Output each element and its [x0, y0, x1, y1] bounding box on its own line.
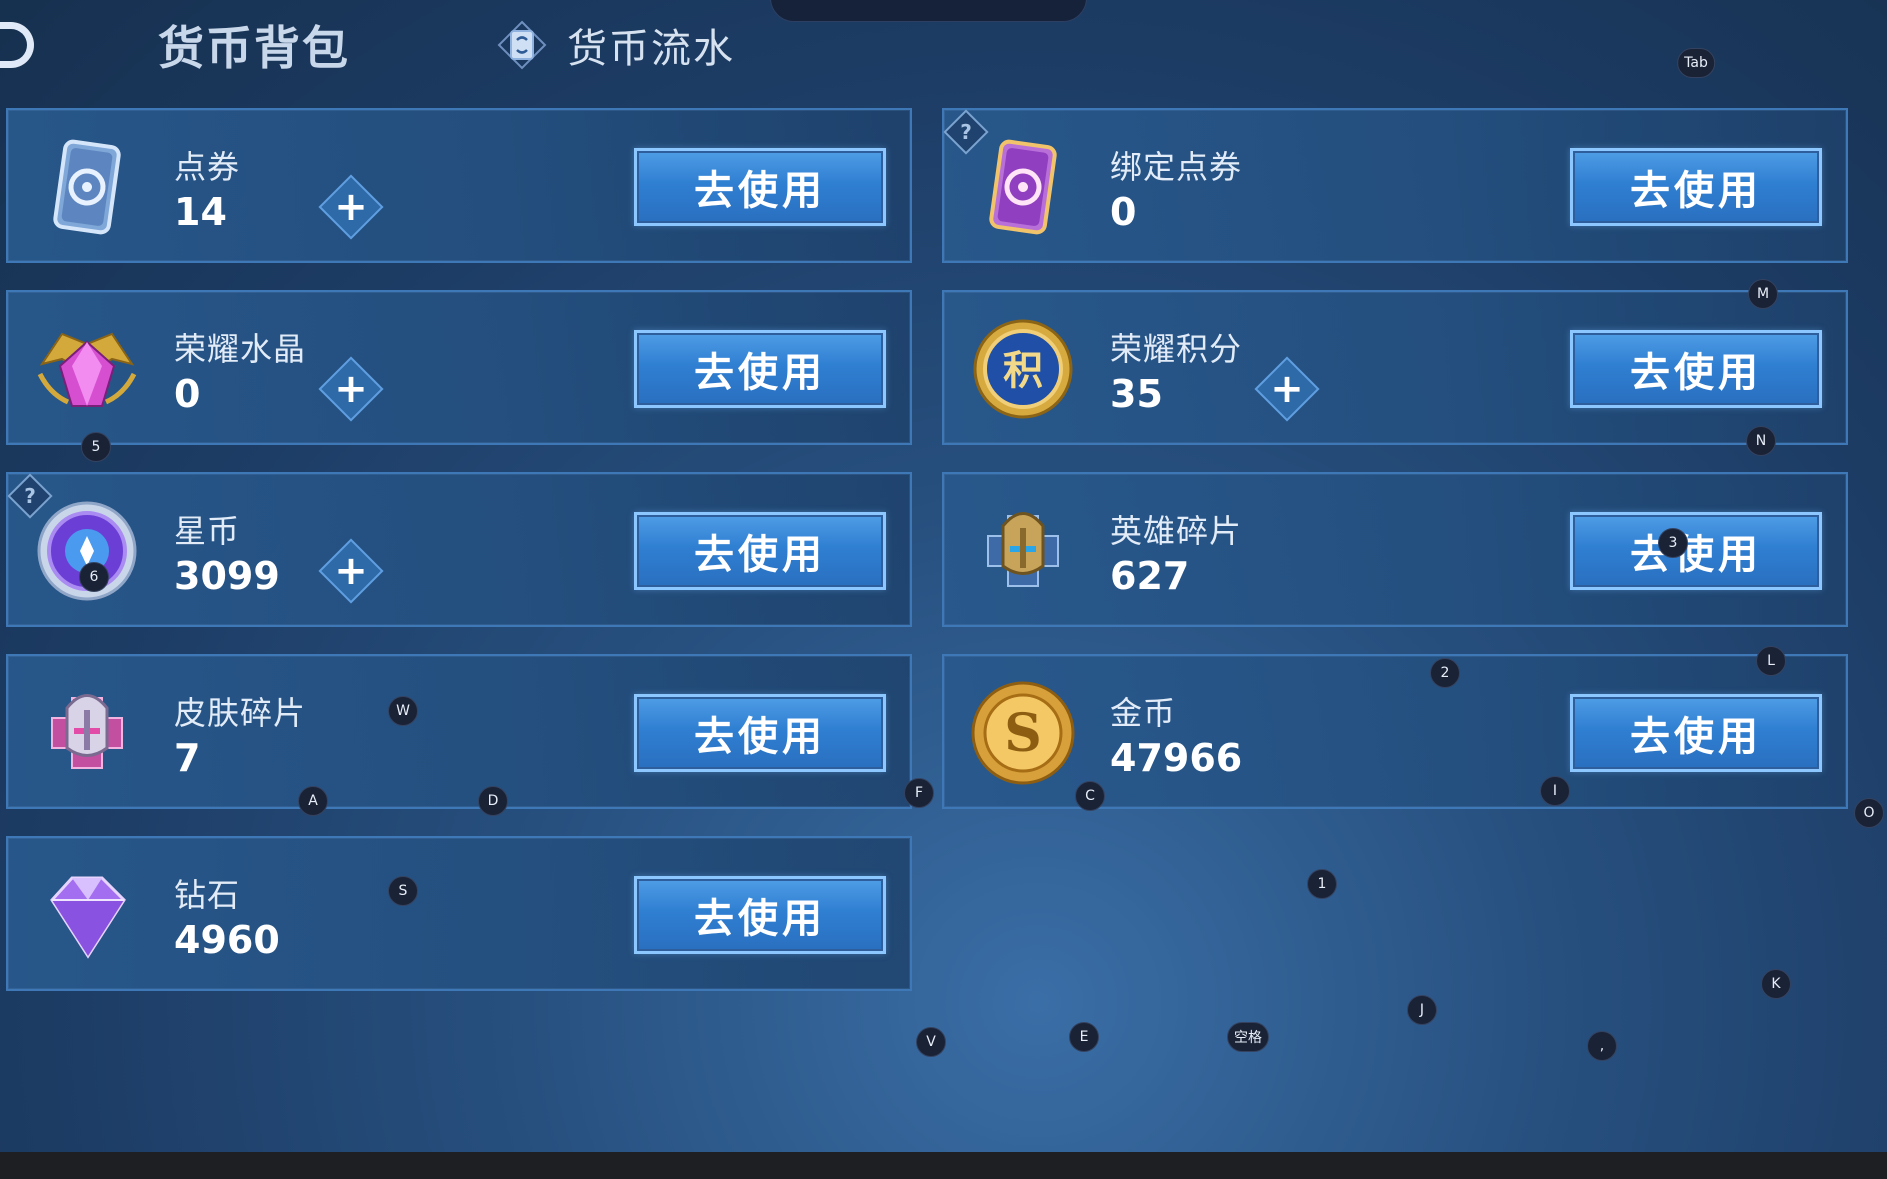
coupon-purple-icon: [968, 132, 1078, 242]
hero-fragment-icon: [968, 496, 1078, 606]
key-hint-badge: I: [1540, 776, 1570, 806]
top-status-pill: [770, 0, 1087, 22]
currency-value: 35: [1110, 372, 1163, 416]
currency-value: 0: [1110, 190, 1137, 234]
plus-icon: +: [334, 366, 368, 412]
use-button[interactable]: 去使用: [1570, 512, 1822, 590]
add-glory-crystal-button[interactable]: +: [318, 356, 384, 422]
currency-name: 绑定点券: [1110, 148, 1243, 186]
key-hint-badge: 3: [1658, 528, 1688, 558]
currency-value: 627: [1110, 554, 1190, 598]
use-button[interactable]: 去使用: [634, 876, 886, 954]
add-glory-points-button[interactable]: +: [1254, 356, 1320, 422]
currency-name: 星币: [174, 512, 241, 550]
currency-value: 3099: [174, 554, 280, 598]
skin-fragment-icon: [32, 678, 142, 788]
key-hint-badge: L: [1756, 646, 1786, 676]
currency-card-glory-points: 积 荣耀积分 35 + 去使用: [942, 290, 1848, 445]
currency-value: 7: [174, 736, 201, 780]
key-hint-badge: Tab: [1677, 48, 1715, 78]
currency-card-coupon: 点券 14 + 去使用: [6, 108, 912, 263]
use-button[interactable]: 去使用: [1570, 330, 1822, 408]
use-button[interactable]: 去使用: [634, 148, 886, 226]
svg-text:S: S: [1004, 703, 1042, 764]
key-hint-badge: V: [916, 1027, 946, 1057]
key-hint-badge: N: [1746, 426, 1776, 456]
currency-card-star-coin: ? 星币 3099 + 去使用: [6, 472, 912, 627]
key-hint-badge: S: [388, 876, 418, 906]
back-button[interactable]: [0, 22, 34, 68]
add-star-coin-button[interactable]: +: [318, 538, 384, 604]
use-button[interactable]: 去使用: [1570, 148, 1822, 226]
use-button[interactable]: 去使用: [634, 330, 886, 408]
currency-flow-label: 货币流水: [567, 26, 735, 72]
currency-card-hero-fragment: 英雄碎片 627 去使用: [942, 472, 1848, 627]
currency-name: 钻石: [174, 876, 241, 914]
key-hint-badge: J: [1407, 995, 1437, 1025]
currency-flow-icon: [497, 20, 547, 70]
currency-value: 14: [174, 190, 227, 234]
key-hint-badge: C: [1075, 781, 1105, 811]
plus-icon: +: [1270, 366, 1304, 412]
use-button[interactable]: 去使用: [634, 512, 886, 590]
currency-name: 荣耀水晶: [174, 330, 307, 368]
add-coupon-button[interactable]: +: [318, 174, 384, 240]
use-button[interactable]: 去使用: [634, 694, 886, 772]
currency-card-skin-fragment: 皮肤碎片 7 去使用: [6, 654, 912, 809]
currency-card-diamond: 钻石 4960 去使用: [6, 836, 912, 991]
key-hint-badge: E: [1069, 1022, 1099, 1052]
currency-value: 0: [174, 372, 201, 416]
glory-crystal-icon: [32, 314, 142, 424]
coupon-blue-icon: [32, 132, 142, 242]
key-hint-badge: F: [904, 778, 934, 808]
key-hint-badge: 5: [81, 432, 111, 462]
tab-currency-flow[interactable]: 货币流水: [497, 16, 735, 74]
plus-icon: +: [334, 548, 368, 594]
key-hint-badge: A: [298, 786, 328, 816]
key-hint-badge: D: [478, 786, 508, 816]
key-hint-badge: 6: [79, 562, 109, 592]
use-button[interactable]: 去使用: [1570, 694, 1822, 772]
currency-value: 47966: [1110, 736, 1243, 780]
currency-name: 英雄碎片: [1110, 512, 1243, 550]
glory-points-icon: 积: [968, 314, 1078, 424]
gold-coin-icon: S: [968, 678, 1078, 788]
currency-card-glory-crystal: 荣耀水晶 0 + 去使用: [6, 290, 912, 445]
key-hint-badge: 1: [1307, 869, 1337, 899]
svg-text:积: 积: [1003, 348, 1043, 394]
currency-name: 点券: [174, 148, 241, 186]
currency-name: 皮肤碎片: [174, 694, 307, 732]
key-hint-badge: M: [1748, 279, 1778, 309]
bottom-strip: [0, 1152, 1887, 1179]
key-hint-badge: W: [388, 696, 418, 726]
key-hint-badge: 2: [1430, 658, 1460, 688]
currency-value: 4960: [174, 918, 280, 962]
tab-currency-backpack[interactable]: 货币背包: [158, 12, 350, 78]
currency-name: 荣耀积分: [1110, 330, 1243, 368]
key-hint-badge: ,: [1587, 1031, 1617, 1061]
diamond-icon: [32, 860, 142, 970]
plus-icon: +: [334, 184, 368, 230]
currency-card-bound-coupon: ? 绑定点券 0 去使用: [942, 108, 1848, 263]
key-hint-badge: 空格: [1227, 1022, 1269, 1052]
currency-name: 金币: [1110, 694, 1177, 732]
key-hint-badge: K: [1761, 969, 1791, 999]
key-hint-badge: O: [1854, 798, 1884, 828]
